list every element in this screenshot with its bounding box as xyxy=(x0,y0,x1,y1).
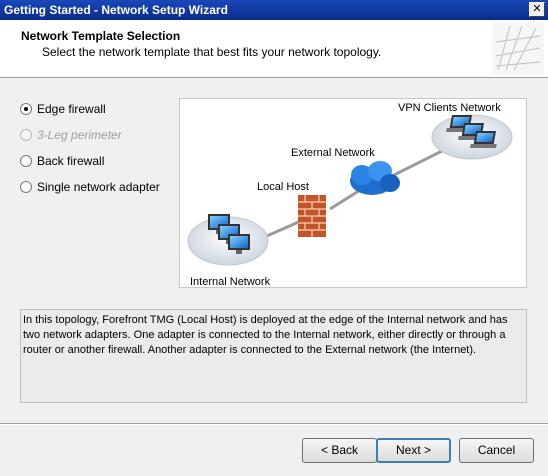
cancel-button[interactable]: Cancel xyxy=(459,438,534,463)
wizard-window: Getting Started - Network Setup Wizard ✕… xyxy=(0,0,548,476)
footer-divider xyxy=(0,423,548,425)
window-title: Getting Started - Network Setup Wizard xyxy=(4,3,228,17)
page-subtitle: Select the network template that best fi… xyxy=(42,45,382,59)
topology-graphic xyxy=(187,114,513,266)
wizard-header: Network Template Selection Select the ne… xyxy=(0,20,548,78)
internal-network-label: Internal Network xyxy=(190,276,271,288)
option-edge-firewall[interactable]: Edge firewall xyxy=(20,101,106,117)
firewall-icon xyxy=(298,195,326,237)
option-back-firewall[interactable]: Back firewall xyxy=(20,153,104,169)
close-button[interactable]: ✕ xyxy=(529,2,545,17)
title-bar: Getting Started - Network Setup Wizard ✕ xyxy=(0,0,548,20)
link-external-vpn xyxy=(389,149,443,179)
option-label: Edge firewall xyxy=(37,102,106,116)
topology-diagram: VPN Clients Network External Network Loc… xyxy=(179,98,527,288)
radio-3-leg-perimeter xyxy=(20,129,32,141)
next-button[interactable]: Next > xyxy=(376,438,451,463)
vpn-clients-network-icon xyxy=(431,114,513,160)
option-single-network-adapter[interactable]: Single network adapter xyxy=(20,179,160,195)
cloud-icon xyxy=(350,161,400,195)
template-description: In this topology, Forefront TMG (Local H… xyxy=(20,309,527,403)
back-button[interactable]: < Back xyxy=(302,438,377,463)
radio-single-network-adapter[interactable] xyxy=(20,181,32,193)
radio-back-firewall[interactable] xyxy=(20,155,32,167)
vpn-clients-label: VPN Clients Network xyxy=(398,102,501,114)
option-3-leg-perimeter: 3-Leg perimeter xyxy=(20,127,122,143)
option-label: Back firewall xyxy=(37,154,105,168)
local-host-label: Local Host xyxy=(257,181,309,193)
external-network-label: External Network xyxy=(291,147,375,159)
internal-network-icon xyxy=(187,214,269,266)
page-title: Network Template Selection xyxy=(21,29,181,43)
wizard-banner-icon xyxy=(492,22,544,74)
option-label: Single network adapter xyxy=(37,180,160,194)
close-icon: ✕ xyxy=(532,3,542,15)
option-label: 3-Leg perimeter xyxy=(37,128,122,142)
radio-edge-firewall[interactable] xyxy=(20,103,32,115)
